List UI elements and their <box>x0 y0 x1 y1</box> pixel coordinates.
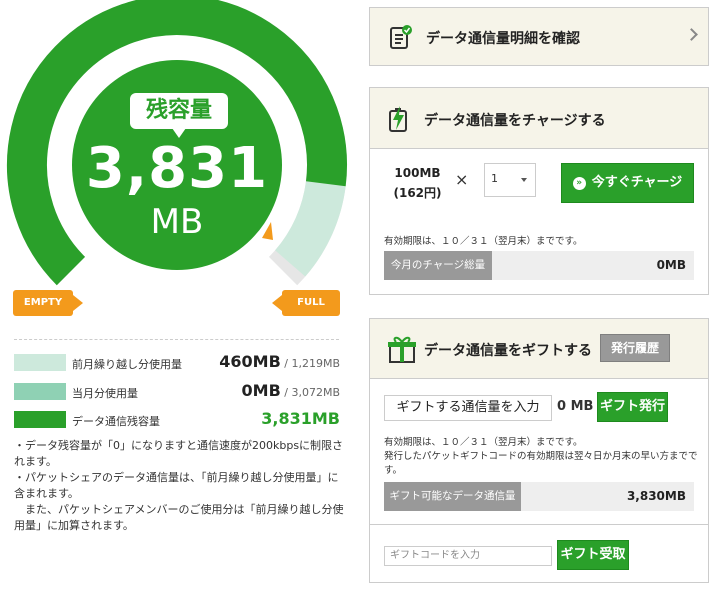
gift-available-value: 3,830MB <box>626 489 686 503</box>
gift-validity-note: 有効期限は、１０／３１（翌月末）までです。 <box>384 437 583 448</box>
charge-price-yen: (162円) <box>393 186 442 200</box>
gift-amount-input[interactable]: ギフトする通信量を入力 <box>384 395 552 421</box>
remaining-capacity-unit: MB <box>150 202 204 242</box>
gift-available-label: ギフト可能なデータ通信量 <box>384 482 521 511</box>
gift-amount-unit: 0 MB <box>557 399 594 414</box>
legend-value: 3,831MB <box>261 409 340 428</box>
chevron-right-icon <box>685 28 698 41</box>
legend-swatch <box>14 354 66 371</box>
empty-tag: EMPTY <box>13 290 83 316</box>
gift-panel-title: データ通信量をギフトする <box>424 343 592 359</box>
remaining-capacity-bubble: 残容量 <box>130 93 228 138</box>
charge-price: 100MB (162円) <box>390 163 445 203</box>
gift-box-icon <box>388 336 416 363</box>
battery-charge-icon <box>389 106 407 132</box>
legend-label: 当月分使用量 <box>72 387 138 400</box>
gift-issue-button[interactable]: ギフト発行 <box>597 392 668 422</box>
note-line: ・データ残容量が「0」になりますと通信速度が200kbpsに制限されます。 <box>14 439 344 468</box>
gift-history-button[interactable]: 発行履歴 <box>600 334 670 362</box>
charge-now-button[interactable]: » 今すぐチャージ <box>561 163 694 203</box>
gift-divider <box>370 524 708 525</box>
note-line: また、パケットシェアメンバーのご使用分は「前月繰り越し分使用量」に加算されます。 <box>14 503 344 532</box>
note-line: ・パケットシェアのデータ通信量は、「前月繰り越し分使用量」に含まれます。 <box>14 471 339 500</box>
charge-total-label: 今月のチャージ総量 <box>384 251 492 280</box>
usage-notes: ・データ残容量が「0」になりますと通信速度が200kbpsに制限されます。 ・パ… <box>14 438 344 534</box>
usage-detail-link[interactable]: データ通信量明細を確認 <box>370 8 708 65</box>
charge-total-value: 0MB <box>656 258 686 272</box>
charge-amount: 100MB <box>394 166 441 180</box>
legend-swatch <box>14 383 66 400</box>
caret-down-icon <box>521 178 527 182</box>
quantity-select[interactable]: 1 <box>484 163 536 197</box>
full-tag: FULL <box>272 290 340 316</box>
charge-panel: データ通信量をチャージする 100MB (162円) × 1 » 今すぐチャージ … <box>369 87 709 295</box>
charge-now-label: 今すぐチャージ <box>591 175 683 190</box>
usage-detail-panel[interactable]: データ通信量明細を確認 <box>369 7 709 66</box>
usage-detail-title: データ通信量明細を確認 <box>426 31 580 47</box>
legend-label: 前月繰り越し分使用量 <box>72 358 182 371</box>
gift-code-input[interactable]: ギフトコードを入力 <box>384 546 552 566</box>
clipboard-check-icon <box>390 25 412 49</box>
multiply-sign: × <box>455 170 469 189</box>
charge-validity-note: 有効期限は、１０／３１（翌月末）までです。 <box>384 236 583 247</box>
quantity-value: 1 <box>491 172 498 185</box>
charge-panel-header: データ通信量をチャージする <box>370 88 708 149</box>
legend-divider <box>14 339 339 340</box>
legend-item-remaining: データ通信残容量 3,831MB <box>14 409 340 431</box>
gift-available-bar: ギフト可能なデータ通信量 3,830MB <box>384 482 694 511</box>
legend-value: 460MB / 1,219MB <box>219 352 340 371</box>
chevron-circle-icon: » <box>572 177 586 190</box>
gift-code-validity-note: 発行したパケットギフトコードの有効期限は翌々日か月末の早い方までです。 <box>384 451 698 476</box>
remaining-capacity-value: 3,831 <box>85 136 269 201</box>
legend-value: 0MB / 3,072MB <box>241 381 340 400</box>
charge-panel-title: データ通信量をチャージする <box>424 113 606 129</box>
legend-item-carryover: 前月繰り越し分使用量 460MB / 1,219MB <box>14 352 340 374</box>
gift-panel-header: データ通信量をギフトする 発行履歴 <box>370 319 708 379</box>
legend-label: データ通信残容量 <box>72 415 160 428</box>
charge-total-bar: 今月のチャージ総量 0MB <box>384 251 694 280</box>
gift-panel: データ通信量をギフトする 発行履歴 ギフトする通信量を入力 0 MB ギフト発行… <box>369 318 709 583</box>
capacity-gauge: 残容量 3,831 MB EMPTY FULL <box>0 0 350 330</box>
legend-swatch <box>14 411 66 428</box>
legend-item-current: 当月分使用量 0MB / 3,072MB <box>14 381 340 403</box>
gift-receive-button[interactable]: ギフト受取 <box>557 540 629 570</box>
